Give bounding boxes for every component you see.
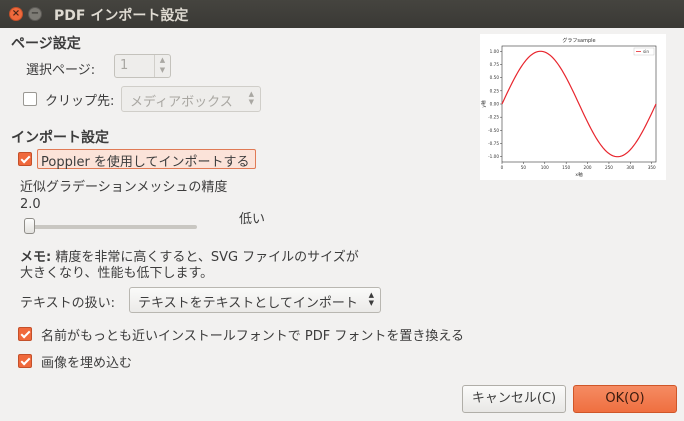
preview-title: グラフsample: [562, 37, 595, 44]
x-axis-label: x軸: [575, 171, 583, 178]
text-handling-combo[interactable]: テキストをテキストとしてインポート ▲ ▼: [129, 287, 381, 313]
x-tick-label: 200: [584, 165, 592, 170]
y-tick-label: 0.25: [490, 88, 500, 93]
text-handling-label: テキストの扱い:: [20, 296, 115, 311]
preview-panel: グラフsample 0 50 100 150 200 250 300 350 1.00 0.75 0.…: [480, 34, 666, 180]
select-page-label: 選択ページ:: [26, 63, 96, 78]
poppler-label[interactable]: Poppler を使用してインポートする: [41, 151, 250, 170]
x-tick-label: 50: [521, 165, 527, 170]
y-tick-label: -1.00: [488, 154, 499, 159]
clip-combo[interactable]: メディアボックス ▲ ▼: [121, 86, 261, 112]
y-tick-label: 0.50: [490, 75, 500, 80]
replace-fonts-label[interactable]: 名前がもっとも近いインストールフォントで PDF フォントを置き換える: [41, 325, 464, 344]
slider-handle[interactable]: [24, 218, 35, 234]
memo-text-line2: 大きくなり、性能も低下します。: [20, 266, 214, 281]
ok-button[interactable]: OK(O): [573, 385, 677, 413]
sin-series-line: [501, 50, 657, 158]
y-axis-label: y軸: [480, 100, 487, 108]
mesh-precision-value: 2.0: [20, 197, 41, 212]
spinner-arrows-icon: ▲ ▼: [154, 55, 170, 77]
replace-fonts-checkbox[interactable]: [18, 327, 32, 341]
legend-label: sin: [643, 49, 649, 54]
cancel-button[interactable]: キャンセル(C): [462, 385, 566, 413]
minimize-icon: −: [30, 8, 40, 19]
title-bar: × − PDF インポート設定: [0, 0, 684, 28]
mesh-precision-slider[interactable]: [24, 225, 197, 229]
select-page-spinner[interactable]: 1 ▲ ▼: [114, 54, 171, 78]
x-tick-label: 150: [562, 165, 570, 170]
x-tick-label: 100: [541, 165, 549, 170]
embed-images-label[interactable]: 画像を埋め込む: [41, 352, 132, 371]
y-tick-label: -0.25: [488, 115, 499, 120]
close-button[interactable]: ×: [9, 7, 23, 21]
mesh-quality-label: 低い: [239, 212, 266, 227]
page-settings-heading: ページ設定: [11, 36, 81, 52]
x-tick-label: 250: [605, 165, 613, 170]
select-page-value: 1: [120, 58, 129, 73]
clip-label[interactable]: クリップ先:: [45, 90, 114, 109]
y-tick-label: 0.75: [490, 62, 500, 67]
text-handling-value: テキストをテキストとしてインポート: [138, 296, 358, 311]
y-tick-label: 0.00: [490, 102, 500, 107]
embed-images-checkbox[interactable]: [18, 354, 32, 368]
preview-chart: グラフsample 0 50 100 150 200 250 300 350 1.00 0.75 0.…: [480, 37, 657, 178]
combo-arrows-icon: ▲ ▼: [248, 90, 254, 106]
y-tick-label: -0.50: [488, 128, 499, 133]
window-title: PDF インポート設定: [54, 8, 189, 24]
x-tick-label: 300: [626, 165, 634, 170]
y-tick-label: -0.75: [488, 141, 499, 146]
x-tick-label: 0: [501, 165, 504, 170]
y-tick-label: 1.00: [490, 49, 500, 54]
clip-combo-value: メディアボックス: [130, 95, 233, 110]
x-tick-label: 350: [648, 165, 656, 170]
poppler-checkbox[interactable]: [18, 152, 32, 166]
close-icon: ×: [11, 8, 21, 19]
import-settings-heading: インポート設定: [11, 130, 109, 146]
combo-arrows-icon: ▲ ▼: [368, 291, 374, 307]
mesh-precision-label: 近似グラデーションメッシュの精度: [20, 180, 228, 195]
clip-checkbox[interactable]: [23, 92, 37, 106]
minimize-button[interactable]: −: [28, 7, 42, 21]
